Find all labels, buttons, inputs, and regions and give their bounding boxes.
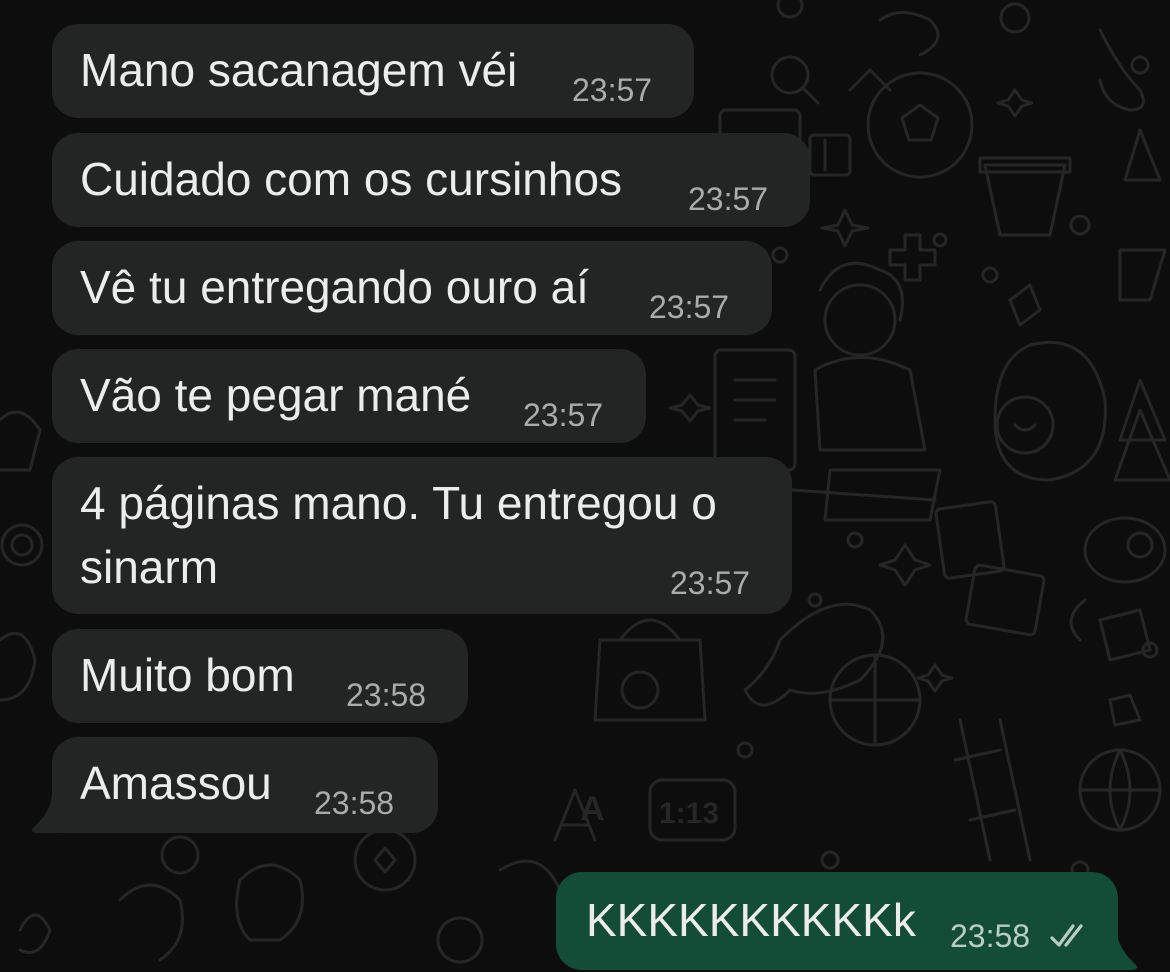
- message-bubble-incoming[interactable]: Vê tu entregando ouro aí 23:57: [52, 241, 772, 335]
- message-timestamp: 23:57: [649, 289, 730, 325]
- message-text: Mano sacanagem véi: [80, 44, 518, 96]
- message-timestamp: 23:58: [314, 785, 395, 821]
- message-text: Amassou: [80, 757, 272, 809]
- message-timestamp: 23:57: [523, 397, 604, 433]
- message-text: Vão te pegar mané: [80, 369, 472, 421]
- double-check-icon: [1050, 924, 1083, 947]
- message-text-line-1: 4 páginas mano. Tu entregou o: [80, 477, 717, 529]
- message-bubble-incoming[interactable]: Vão te pegar mané 23:57: [52, 349, 646, 443]
- chat-screen: 1:13 A Mano sacanagem véi 23:57 Cuidado …: [0, 0, 1170, 972]
- message-timestamp: 23:57: [688, 181, 769, 217]
- message-bubble-incoming[interactable]: Mano sacanagem véi 23:57: [52, 24, 694, 118]
- message-bubble-incoming[interactable]: Cuidado com os cursinhos 23:57: [52, 133, 810, 227]
- message-text: KKKKKKKKKKk: [586, 894, 916, 946]
- message-timestamp: 23:57: [670, 565, 751, 601]
- message-timestamp: 23:58: [346, 677, 427, 713]
- letter-doodle-text: A: [580, 790, 605, 828]
- message-text: Muito bom: [80, 649, 295, 701]
- message-bubble-outgoing[interactable]: KKKKKKKKKKk 23:58: [556, 872, 1118, 970]
- soccer-ball-doodle: [866, 71, 974, 179]
- message-bubble-incoming[interactable]: Muito bom 23:58: [52, 629, 468, 723]
- message-text: Cuidado com os cursinhos: [80, 153, 623, 205]
- message-bubble-incoming[interactable]: 4 páginas mano. Tu entregou o sinarm 23:…: [52, 457, 792, 614]
- message-timestamp: 23:58: [950, 918, 1031, 954]
- message-text-line-2: sinarm: [80, 541, 219, 593]
- flower-pot-doodle: [983, 163, 1067, 237]
- message-timestamp: 23:57: [572, 72, 653, 108]
- clock-doodle-text: 1:13: [659, 797, 719, 830]
- person-doodle: [823, 283, 897, 357]
- message-bubble-incoming[interactable]: Amassou 23:58: [52, 737, 438, 833]
- message-text: Vê tu entregando ouro aí: [80, 261, 589, 313]
